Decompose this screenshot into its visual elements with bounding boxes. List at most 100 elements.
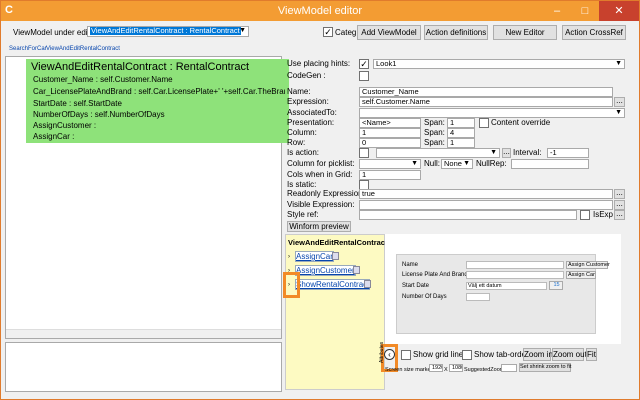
viewmodel-line[interactable]: NumberOfDays : self.NumberOfDays bbox=[33, 110, 285, 119]
column-label: Column: bbox=[287, 128, 317, 137]
action-edit-icon[interactable] bbox=[364, 280, 371, 288]
arrow-right-icon[interactable]: › bbox=[288, 254, 290, 260]
form-name-input[interactable] bbox=[466, 261, 564, 269]
null-select[interactable]: None ▼ bbox=[441, 159, 473, 169]
style-ref-input[interactable] bbox=[359, 210, 577, 220]
readonly-input[interactable]: true bbox=[359, 189, 613, 199]
close-button[interactable]: ✕ bbox=[599, 1, 639, 21]
expression-ellipsis-button[interactable]: ... bbox=[614, 97, 625, 107]
show-tab-order-label: Show tab-order bbox=[474, 350, 529, 359]
title-bar: C ViewModel editor – □ ✕ bbox=[1, 1, 639, 21]
viewmodel-box-title: ViewAndEditRentalContract : RentalContra… bbox=[31, 61, 250, 73]
style-ellipsis-button[interactable]: ... bbox=[614, 210, 625, 220]
span1-input[interactable]: 1 bbox=[447, 118, 475, 128]
codegen-label: CodeGen : bbox=[287, 71, 326, 80]
screen-size-label: Screen size marker bbox=[385, 367, 433, 373]
minimize-button[interactable]: – bbox=[543, 1, 571, 21]
add-viewmodel-button[interactable]: Add ViewModel bbox=[357, 25, 421, 40]
form-assign-car-button[interactable]: Assign Car bbox=[566, 271, 596, 279]
interval-input[interactable]: -1 bbox=[547, 148, 589, 158]
viewmodel-box[interactable]: ViewAndEditRentalContract : RentalContra… bbox=[26, 59, 289, 143]
horizontal-scrollbar[interactable] bbox=[6, 329, 281, 338]
show-tab-order-checkbox[interactable] bbox=[462, 350, 472, 360]
placing-hints-label: Use placing hints: bbox=[287, 59, 351, 68]
name-input[interactable]: Customer_Name bbox=[359, 87, 613, 97]
show-grid-lines-label: Show grid lines bbox=[413, 350, 468, 359]
output-panel[interactable] bbox=[5, 342, 282, 392]
presentation-input[interactable]: <Name> bbox=[359, 118, 421, 128]
show-grid-lines-checkbox[interactable] bbox=[401, 350, 411, 360]
content-override-checkbox[interactable] bbox=[479, 118, 489, 128]
associated-select[interactable]: ▼ bbox=[359, 108, 625, 118]
placing-hints-checkbox[interactable]: ✓ bbox=[359, 59, 369, 69]
calendar-icon[interactable]: 15 bbox=[549, 281, 563, 290]
is-action-checkbox[interactable] bbox=[359, 148, 369, 158]
row-input[interactable]: 0 bbox=[359, 138, 421, 148]
set-shrink-zoom-button[interactable]: Set shrink zoom to fit bbox=[519, 363, 571, 372]
action-select[interactable]: ▼ bbox=[376, 148, 500, 158]
placing-hints-select[interactable]: Look1 ▼ bbox=[373, 59, 625, 69]
span2-input[interactable]: 4 bbox=[447, 128, 475, 138]
action-crossref-button[interactable]: Action CrossRef bbox=[562, 25, 626, 40]
viewmodel-line[interactable]: Customer_Name : self.Customer.Name bbox=[33, 75, 285, 84]
action-edit-icon[interactable] bbox=[353, 266, 360, 274]
viewmodel-line[interactable]: AssignCustomer : bbox=[33, 121, 285, 130]
column-picklist-label: Column for picklist: bbox=[287, 159, 355, 168]
span3-input[interactable]: 1 bbox=[447, 138, 475, 148]
layout-canvas[interactable]: Name License Plate And Brand Start Date … bbox=[385, 234, 621, 344]
span-label: Span: bbox=[424, 138, 445, 147]
viewmodel-editor-window: C ViewModel editor – □ ✕ ViewModel under… bbox=[0, 0, 640, 400]
viewmodel-under-edit-value: ViewAndEditRentalContract : RentalContra… bbox=[90, 26, 241, 35]
action-item-assign-car[interactable]: AssignCar bbox=[295, 251, 334, 262]
suggested-zoom-input[interactable] bbox=[501, 364, 517, 372]
span-label: Span: bbox=[424, 118, 445, 127]
viewmodel-line[interactable]: StartDate : self.StartDate bbox=[33, 99, 285, 108]
column-input[interactable]: 1 bbox=[359, 128, 421, 138]
viewmodel-line[interactable]: AssignCar : bbox=[33, 132, 285, 141]
form-preview: Name License Plate And Brand Start Date … bbox=[396, 254, 610, 334]
form-days-input[interactable] bbox=[466, 293, 490, 301]
form-start-input[interactable]: Välj ett datum bbox=[466, 282, 547, 290]
preview-title: ViewAndEditRentalContract bbox=[288, 238, 388, 247]
is-action-label: Is action: bbox=[287, 148, 320, 157]
categ-checkbox[interactable]: ✓ bbox=[323, 27, 333, 37]
breadcrumb-view-and-edit[interactable]: ViewAndEditRentalContract bbox=[46, 46, 120, 52]
chevron-down-icon: ▼ bbox=[463, 160, 470, 167]
cols-grid-input[interactable]: 1 bbox=[359, 170, 421, 180]
visible-label: Visible Expression: bbox=[287, 200, 355, 209]
null-label: Null: bbox=[424, 159, 441, 168]
screen-x-label: X bbox=[444, 367, 448, 373]
maximize-button[interactable]: □ bbox=[571, 1, 599, 21]
action-item-show-rental-contract[interactable]: ShowRentalContract bbox=[295, 279, 371, 290]
row-label: Row: bbox=[287, 138, 306, 147]
action-edit-icon[interactable] bbox=[332, 252, 339, 260]
screen-height-input[interactable]: 1080 bbox=[449, 364, 463, 372]
zoom-out-button[interactable]: Zoom out bbox=[552, 348, 587, 361]
form-days-label: Number Of Days bbox=[402, 294, 447, 300]
form-assign-customer-button[interactable]: Assign Customer bbox=[566, 261, 610, 269]
isexp-label: IsExp bbox=[593, 210, 614, 219]
viewmodel-line[interactable]: Car_LicensePlateAndBrand : self.Car.Lice… bbox=[33, 87, 285, 96]
nullrep-input[interactable] bbox=[511, 159, 589, 169]
codegen-checkbox[interactable] bbox=[359, 71, 369, 81]
action-ellipsis-button[interactable]: ... bbox=[502, 148, 511, 158]
viewmodel-under-edit-select[interactable]: ViewAndEditRentalContract : RentalContra… bbox=[87, 26, 249, 37]
visible-input[interactable] bbox=[359, 200, 613, 210]
screen-width-input[interactable]: 1920 bbox=[429, 364, 443, 372]
viewmodel-tree-panel[interactable]: ViewAndEditRentalContract : RentalContra… bbox=[5, 56, 289, 339]
expression-input[interactable]: self.Customer.Name bbox=[359, 97, 613, 107]
isexp-checkbox[interactable] bbox=[580, 210, 590, 220]
content-override-label: Content override bbox=[491, 118, 551, 127]
zoom-in-button[interactable]: Zoom in bbox=[523, 348, 553, 361]
chevron-down-icon: ▼ bbox=[239, 27, 246, 34]
action-item-assign-customer[interactable]: AssignCustomer bbox=[295, 265, 356, 276]
readonly-ellipsis-button[interactable]: ... bbox=[614, 189, 625, 199]
action-definitions-button[interactable]: Action definitions bbox=[424, 25, 488, 40]
fit-button[interactable]: Fit bbox=[586, 348, 597, 361]
form-license-input[interactable] bbox=[466, 271, 564, 279]
breadcrumb-search-for-car[interactable]: SearchForCar bbox=[9, 46, 47, 52]
winform-preview-button[interactable]: Winform preview bbox=[287, 221, 351, 232]
column-picklist-select[interactable]: ▼ bbox=[359, 159, 421, 169]
chevron-down-icon: ▼ bbox=[615, 109, 622, 116]
new-editor-button[interactable]: New Editor bbox=[493, 25, 557, 40]
